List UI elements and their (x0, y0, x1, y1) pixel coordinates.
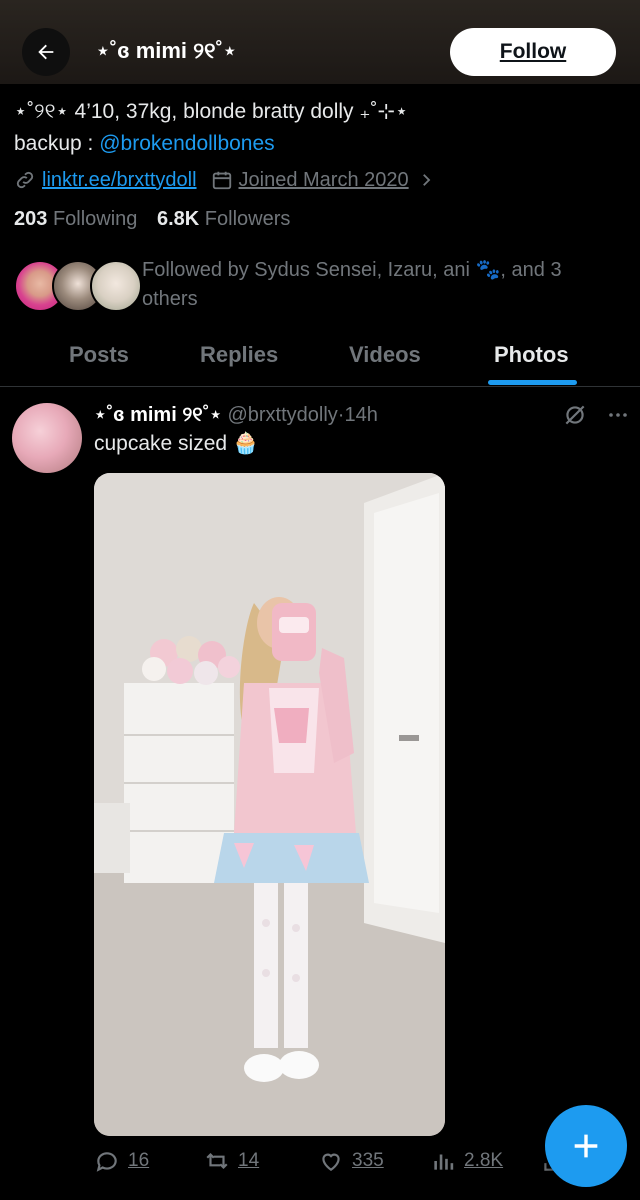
plus-icon (574, 1134, 598, 1158)
post-author-handle[interactable]: @brxttydolly (227, 404, 337, 426)
chevron-right-icon[interactable] (417, 171, 435, 189)
repost-count: 14 (238, 1150, 260, 1171)
repost-icon (206, 1152, 228, 1170)
profile-header-bar: ⋆˚ɞ mimi ୨୧˚⋆ Follow (0, 0, 640, 84)
profile-link[interactable]: linktr.ee/brxttydoll (42, 169, 197, 192)
post-header: ⋆˚ɞ mimi ୨୧˚⋆ @brxttydolly·14h (94, 402, 378, 427)
profile-bio: ⋆˚୨୧⋆ 4’10, 37kg, blonde bratty dolly ₊˚… (14, 96, 408, 160)
bio-backup-line: backup : @brokendollbones (14, 128, 408, 160)
following-stat[interactable]: 203 Following (14, 208, 137, 230)
follow-counts: 203 Following 6.8K Followers (14, 208, 290, 231)
tab-photos[interactable]: Photos (494, 342, 569, 368)
header-display-name: ⋆˚ɞ mimi ୨୧˚⋆ (96, 38, 237, 63)
post-top-actions (562, 402, 630, 428)
back-button[interactable] (22, 28, 70, 76)
reply-button[interactable]: 16 (94, 1148, 149, 1174)
post-photo[interactable] (94, 473, 445, 1136)
photo-illustration (94, 473, 445, 1136)
tab-videos[interactable]: Videos (349, 342, 421, 368)
views-icon (434, 1154, 454, 1170)
followers-count: 6.8K (156, 208, 200, 230)
tab-replies[interactable]: Replies (200, 342, 278, 368)
follow-button[interactable]: Follow (450, 28, 616, 76)
joined-date[interactable]: Joined March 2020 (239, 169, 409, 192)
views-button[interactable]: 2.8K (430, 1148, 503, 1174)
reply-icon (96, 1152, 117, 1172)
repost-button[interactable]: 14 (204, 1148, 259, 1174)
like-icon (322, 1153, 340, 1171)
followed-by-text[interactable]: Followed by Sydus Sensei, Izaru, ani 🐾, … (142, 256, 602, 314)
followers-label: Followers (204, 208, 291, 230)
followers-stat[interactable]: 6.8K Followers (157, 208, 290, 230)
profile-tabs: Posts Replies Videos Photos (0, 330, 640, 387)
tab-posts[interactable]: Posts (69, 342, 129, 368)
followed-by-avatars[interactable] (14, 260, 142, 312)
profile-meta: linktr.ee/brxttydoll Joined March 2020 (14, 166, 435, 194)
avatar (90, 260, 142, 312)
post-actions: 16 14 335 2.8K (94, 1146, 562, 1180)
backup-handle-link[interactable]: @brokendollbones (99, 132, 274, 155)
post-text: cupcake sized 🧁 (94, 432, 260, 455)
views-count: 2.8K (464, 1150, 504, 1171)
link-icon (14, 169, 36, 191)
grok-icon[interactable] (562, 402, 588, 428)
more-icon[interactable] (606, 403, 630, 427)
following-label: Following (52, 208, 138, 230)
post-time[interactable]: 14h (344, 404, 377, 426)
bio-line: ⋆˚୨୧⋆ 4’10, 37kg, blonde bratty dolly ₊˚… (14, 100, 409, 123)
post-author-name[interactable]: ⋆˚ɞ mimi ୨୧˚⋆ (94, 404, 222, 426)
like-button[interactable]: 335 (318, 1148, 384, 1174)
back-arrow-icon (38, 44, 54, 60)
following-count: 203 (14, 208, 48, 230)
compose-button[interactable] (545, 1105, 627, 1187)
calendar-icon (211, 169, 233, 191)
bio-backup-prefix: backup : (14, 132, 100, 155)
active-tab-indicator (488, 380, 577, 385)
post-author-avatar[interactable] (12, 403, 82, 473)
like-count: 335 (352, 1150, 384, 1171)
reply-count: 16 (128, 1150, 150, 1171)
